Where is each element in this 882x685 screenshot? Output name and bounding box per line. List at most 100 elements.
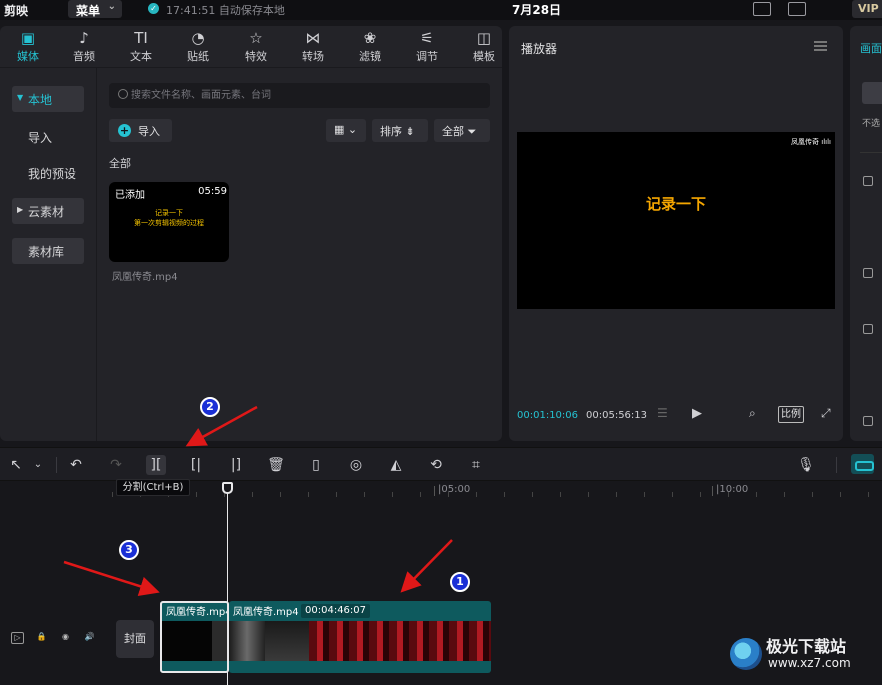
caret-right-icon: ▶ [17, 205, 24, 214]
annotation-badge: 2 [200, 397, 220, 417]
chevron-down-icon[interactable]: ⌄ [28, 455, 48, 475]
adjust-icon: ⚟ [420, 29, 434, 47]
check-circle-icon: ✓ [148, 3, 159, 14]
cover-button[interactable]: 封面 [116, 620, 154, 658]
trim-left-icon[interactable]: [| [186, 455, 206, 475]
plus-icon: + [118, 124, 131, 137]
sidenav-local[interactable]: ▼ 本地 [12, 86, 84, 112]
tab-filter[interactable]: ❀ 滤镜 [344, 26, 396, 68]
tab-sticker[interactable]: ◔ 贴纸 [172, 26, 224, 68]
keyboard-icon[interactable] [753, 2, 771, 16]
timeline-clip[interactable]: 凤凰传奇.mp4 00:04:46:07 [229, 601, 491, 673]
app-logo: 剪映 [4, 4, 29, 18]
tab-audio[interactable]: ♪ 音频 [58, 26, 110, 68]
sidenav-cloud[interactable]: ▶ 云素材 [12, 198, 84, 224]
eye-icon[interactable]: ◉ [59, 632, 72, 644]
clip-duration: 00:04:46:07 [301, 604, 371, 618]
total-time: 00:05:56:13 [586, 410, 648, 421]
redo-icon[interactable]: ↷ [106, 455, 126, 475]
menu-icon[interactable] [814, 41, 827, 51]
inspector-tab[interactable]: 画面 [860, 40, 882, 56]
globe-logo-icon [730, 638, 762, 670]
playhead-line [227, 487, 228, 685]
checkbox[interactable] [863, 176, 873, 186]
project-title[interactable]: 7月28日 [512, 1, 561, 18]
site-watermark: 极光下载站 www.xz7.com [728, 632, 878, 678]
tab-media[interactable]: ▣ 媒体 [2, 26, 54, 68]
freeze-icon[interactable]: ▯ [306, 455, 326, 475]
chevron-down-icon: ⌄ [107, 1, 116, 12]
ruler-mark: |10:00 [711, 484, 749, 496]
mirror-icon[interactable]: ◭ [386, 455, 406, 475]
media-search[interactable] [109, 83, 490, 108]
ratio-button[interactable]: 比例 [778, 406, 804, 423]
checkbox[interactable] [863, 268, 873, 278]
caret-down-icon: ▼ [17, 93, 24, 102]
sort-icon: ⇟ [402, 125, 415, 138]
import-button[interactable]: + 导入 [109, 119, 172, 142]
edit-toolbar: ↖ ⌄ ↶ ↷ ][ [| |] 🗑 ▯ ◎ ◭ ⟲ ⌗ 🎙 [0, 447, 882, 481]
clip-selection-frame [160, 601, 229, 673]
tab-transition[interactable]: ⋈ 转场 [287, 26, 339, 68]
menu-button[interactable]: 菜单 ⌄ [68, 0, 122, 18]
current-time: 00:01:10:06 [517, 410, 579, 421]
fullscreen-fit-icon[interactable]: ⌕ [749, 406, 756, 421]
transition-icon: ⋈ [305, 29, 321, 47]
clip-name: 凤凰传奇.mp4 [233, 607, 299, 618]
rotate-icon[interactable]: ⟲ [426, 455, 446, 475]
search-input[interactable] [131, 87, 481, 104]
lock-icon[interactable]: 🔒 [35, 632, 48, 644]
microphone-icon[interactable]: 🎙 [796, 455, 816, 475]
link-toggle-icon[interactable] [851, 454, 874, 474]
watermark-title: 极光下载站 [766, 637, 847, 656]
vip-badge[interactable]: VIP [852, 0, 882, 18]
checkbox[interactable] [863, 416, 873, 426]
effects-icon: ☆ [249, 29, 263, 47]
crop-icon[interactable]: ⌗ [466, 455, 486, 475]
delete-icon[interactable]: 🗑 [266, 455, 286, 475]
media-sidenav: ▼ 本地 导入 我的预设 ▶ 云素材 素材库 [0, 68, 97, 441]
tab-effects[interactable]: ☆ 特效 [230, 26, 282, 68]
expand-icon[interactable]: ⤢ [821, 406, 831, 421]
divider [836, 457, 837, 473]
preview-caption: 记录一下 [645, 195, 706, 213]
preview-screen[interactable]: 凤凰传奇 ılılı 记录一下 [517, 132, 835, 309]
track-video-icon[interactable]: ▷ [11, 632, 24, 644]
tab-template[interactable]: ◫ 模板 [458, 26, 502, 68]
layout-icon[interactable] [788, 2, 806, 16]
text-icon: TI [134, 29, 148, 47]
search-icon [118, 89, 128, 99]
split-icon[interactable]: ][ [146, 455, 166, 475]
player-title: 播放器 [521, 42, 558, 56]
grid-icon: ▦ ⌄ [334, 123, 358, 136]
annotation-badge: 1 [450, 572, 470, 592]
sidenav-presets[interactable]: 我的预设 [12, 160, 84, 186]
media-panel: ▣ 媒体 ♪ 音频 TI 文本 ◔ 贴纸 ☆ 特效 ⋈ 转场 ❀ 滤镜 ⚟ 调节 ◫ 模板 ▼ 本地… [0, 26, 502, 441]
undo-icon[interactable]: ↶ [66, 455, 86, 475]
media-clip-thumbnail[interactable]: 已添加 05:59 记录一下 第一次剪辑视频的过程 [109, 182, 229, 262]
sidenav-library[interactable]: 素材库 [12, 238, 84, 264]
inspector-button[interactable] [862, 82, 882, 104]
filter-button[interactable]: 全部 ⏷ [434, 119, 490, 142]
playhead-handle[interactable] [222, 482, 233, 494]
trim-right-icon[interactable]: |] [226, 455, 246, 475]
thumb-caption-1: 记录一下 [155, 209, 183, 217]
view-mode-button[interactable]: ▦ ⌄ [326, 119, 366, 142]
checkbox[interactable] [863, 324, 873, 334]
speaker-icon[interactable]: 🔊 [83, 632, 96, 644]
inspector-panel: 画面 不选 [850, 26, 882, 441]
watermark-url: www.xz7.com [768, 656, 851, 670]
sidenav-import[interactable]: 导入 [12, 124, 84, 150]
video-watermark: 凤凰传奇 ılılı [791, 138, 831, 146]
split-tooltip: 分割(Ctrl+B) [116, 479, 190, 496]
reverse-icon[interactable]: ◎ [346, 455, 366, 475]
play-icon[interactable]: ▶ [692, 406, 702, 421]
filter-icon: ❀ [363, 29, 377, 47]
player-panel: 播放器 凤凰传奇 ılılı 记录一下 00:01:10:06 00:05:56… [509, 26, 843, 441]
tab-text[interactable]: TI 文本 [115, 26, 167, 68]
tab-adjust[interactable]: ⚟ 调节 [401, 26, 453, 68]
sort-button[interactable]: 排序 ⇟ [372, 119, 428, 142]
select-cursor-icon[interactable]: ↖ [6, 455, 26, 475]
media-icon: ▣ [20, 29, 36, 47]
added-badge: 已添加 [115, 190, 145, 201]
